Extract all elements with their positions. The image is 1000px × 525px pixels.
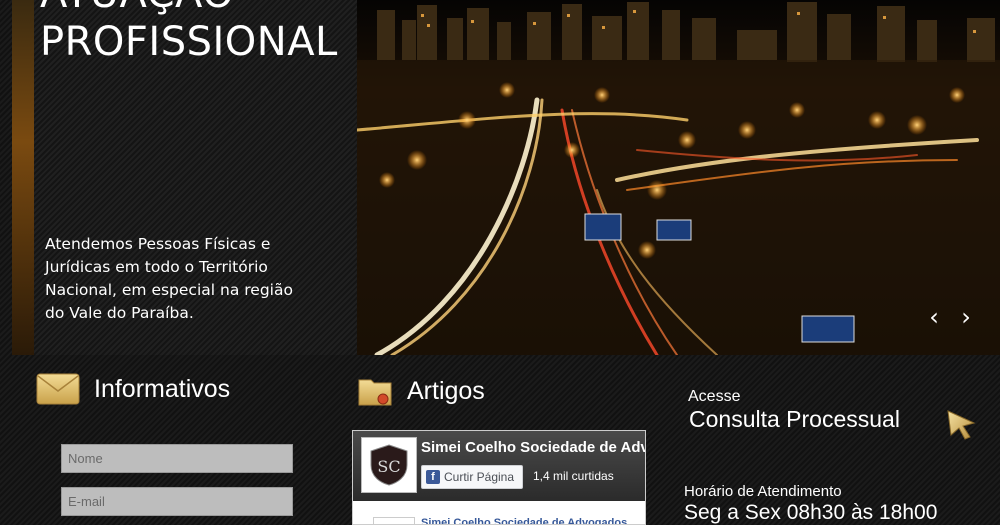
office-hours-value: Seg a Sex 08h30 às 18h00 bbox=[684, 501, 938, 524]
chevron-left-icon: ‹ bbox=[929, 303, 939, 331]
facebook-page-name[interactable]: Simei Coelho Sociedade de Advogados bbox=[421, 439, 645, 456]
slider-next-button[interactable]: › bbox=[955, 302, 977, 332]
facebook-post-preview[interactable]: Simei Coelho Sociedade de Advogados bbox=[373, 517, 633, 525]
slider-prev-button[interactable]: ‹ bbox=[923, 302, 945, 332]
post-author: Simei Coelho Sociedade de Advogados bbox=[421, 517, 628, 525]
post-thumbnail bbox=[373, 517, 415, 524]
hero-banner: ATUAÇÃO PROFISSIONAL Atendemos Pessoas F… bbox=[12, 0, 1000, 355]
folder-icon bbox=[358, 379, 392, 406]
name-input[interactable] bbox=[61, 444, 293, 473]
office-hours-label: Horário de Atendimento bbox=[684, 483, 842, 500]
svg-text:SC: SC bbox=[377, 457, 400, 476]
access-label: Acesse bbox=[688, 388, 741, 405]
artigos-title: Artigos bbox=[407, 376, 485, 405]
shield-logo-icon: SC bbox=[370, 444, 408, 486]
hero-title: ATUAÇÃO PROFISSIONAL bbox=[40, 0, 338, 65]
hero-description: Atendemos Pessoas Físicas e Jurídicas em… bbox=[45, 235, 293, 322]
informativos-header: Informativos bbox=[36, 373, 230, 405]
company-logo[interactable]: SC bbox=[361, 437, 417, 493]
hero-city-night-photo bbox=[357, 0, 1000, 355]
informativos-title: Informativos bbox=[94, 374, 231, 403]
consulta-processual-link[interactable]: Consulta Processual bbox=[689, 406, 900, 433]
facebook-icon: f bbox=[426, 470, 440, 484]
email-input[interactable] bbox=[61, 487, 293, 516]
artigos-header: Artigos bbox=[357, 374, 485, 408]
facebook-like-count: 1,4 mil curtidas bbox=[533, 469, 614, 483]
like-button-label: Curtir Página bbox=[444, 470, 515, 484]
envelope-icon bbox=[36, 373, 80, 405]
chevron-right-icon: › bbox=[961, 303, 971, 331]
facebook-page-widget[interactable]: SC Simei Coelho Sociedade de Advogados f… bbox=[352, 430, 646, 525]
facebook-like-button[interactable]: f Curtir Página bbox=[421, 465, 524, 489]
cursor-arrow-icon[interactable] bbox=[944, 407, 978, 441]
hero-edge-image bbox=[12, 0, 34, 355]
